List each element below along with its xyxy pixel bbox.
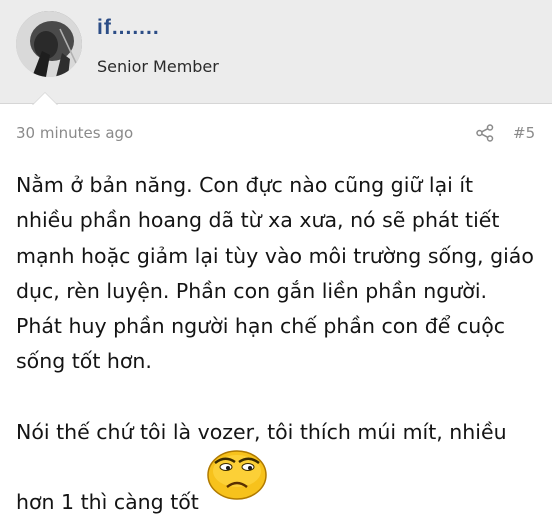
post-last-line: hơn 1 thì càng tốt	[16, 450, 536, 524]
avatar-image	[16, 11, 82, 77]
post-paragraph: Nói thế chứ tôi là vozer, tôi thích múi …	[16, 419, 507, 444]
post-timestamp[interactable]: 30 minutes ago	[16, 124, 133, 142]
smiley-unamused-icon	[207, 450, 267, 500]
post-body: Nằm ở bản năng. Con đực nào cũng giữ lại…	[16, 168, 536, 524]
username-link[interactable]: if.......	[97, 16, 160, 40]
share-icon[interactable]	[476, 124, 494, 142]
user-title: Senior Member	[97, 57, 219, 76]
post-number-link[interactable]: #5	[513, 124, 535, 142]
post-paragraph: Nằm ở bản năng. Con đực nào cũng giữ lại…	[16, 173, 534, 374]
avatar[interactable]	[16, 11, 82, 77]
header-pointer-fill	[33, 93, 57, 105]
post-header: if....... Senior Member	[0, 0, 552, 104]
post-last-line-text: hơn 1 thì càng tốt	[16, 490, 199, 515]
